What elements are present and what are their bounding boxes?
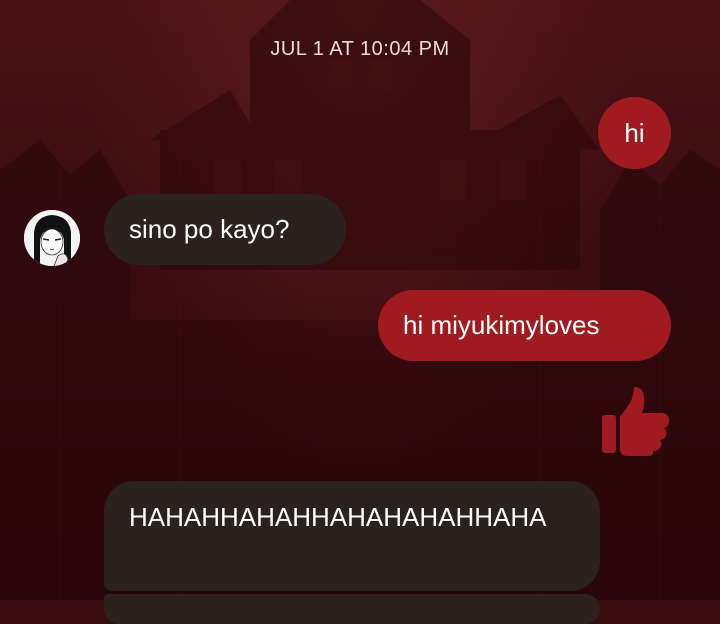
- message-text: hi miyukimyloves: [403, 310, 600, 340]
- message-text: HAHAHHAHAHHAHAHAHAHHAHA: [129, 502, 547, 532]
- thumbs-up-icon[interactable]: [598, 385, 672, 457]
- message-text: hi: [624, 118, 645, 148]
- anime-girl-avatar-icon: [24, 210, 80, 266]
- outgoing-message-bubble[interactable]: hi: [598, 97, 671, 169]
- message-timestamp: JUL 1 AT 10:04 PM: [270, 38, 450, 60]
- outgoing-message-bubble[interactable]: hi miyukimyloves: [378, 290, 671, 361]
- incoming-message-bubble[interactable]: sino po kayo?: [104, 194, 346, 265]
- incoming-message-bubble-partial[interactable]: [104, 594, 600, 624]
- message-text: sino po kayo?: [129, 214, 290, 244]
- contact-avatar[interactable]: [24, 210, 80, 266]
- incoming-message-bubble[interactable]: HAHAHHAHAHHAHAHAHAHHAHA: [104, 481, 600, 591]
